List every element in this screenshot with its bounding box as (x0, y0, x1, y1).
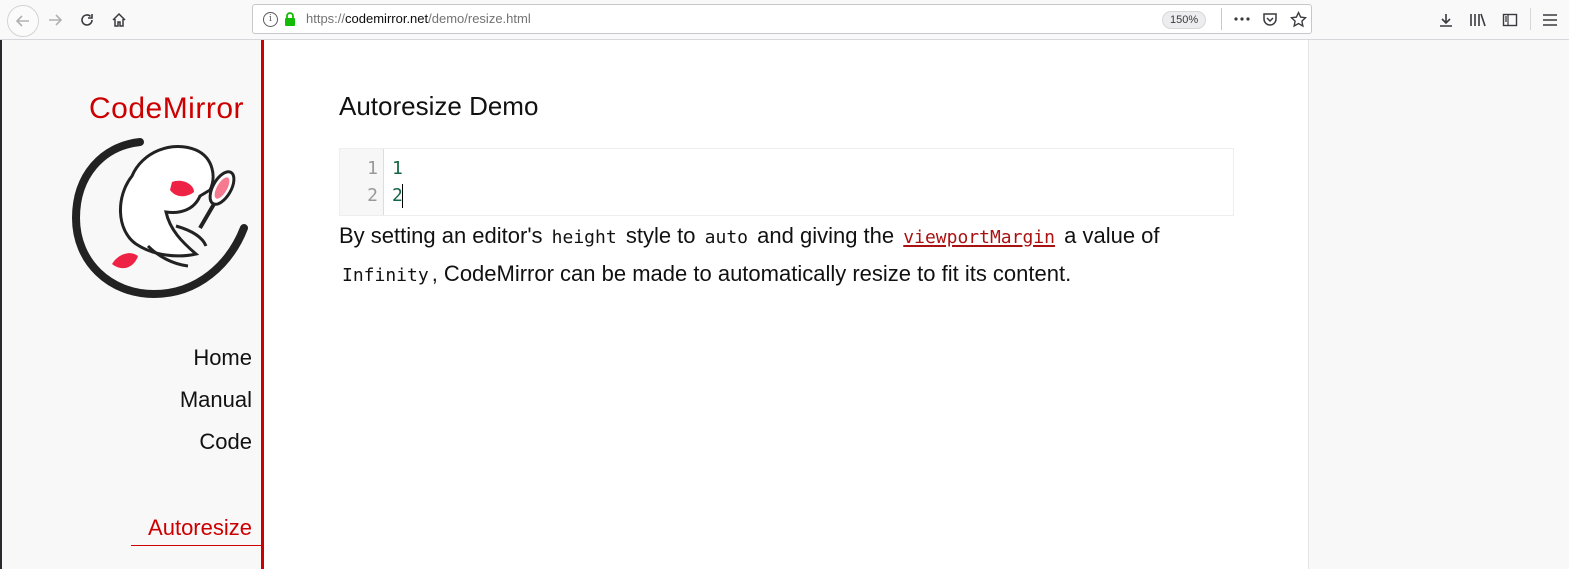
pocket-button[interactable] (1259, 8, 1281, 30)
ellipsis-icon (1234, 17, 1250, 21)
right-margin (1309, 40, 1569, 569)
forward-button[interactable] (41, 6, 69, 34)
nav-home-link[interactable]: Home (193, 345, 252, 371)
reload-icon (81, 14, 93, 26)
desc-text: a value of (1064, 223, 1160, 248)
bookmark-button[interactable] (1287, 8, 1309, 30)
sidebar-icon (1502, 13, 1518, 27)
pocket-icon (1263, 13, 1277, 26)
code-editor[interactable]: 1 2 1 2 (339, 148, 1234, 216)
downloads-button[interactable] (1432, 6, 1460, 34)
sidebar-button[interactable] (1496, 6, 1524, 34)
back-button[interactable] (7, 5, 39, 37)
nav-code-link[interactable]: Code (199, 429, 252, 455)
desc-text: style to (625, 223, 696, 248)
nav-active-item[interactable]: Autoresize (131, 515, 261, 546)
info-icon[interactable]: i (263, 12, 278, 27)
lock-icon[interactable] (284, 12, 296, 26)
desc-text: , CodeMirror can be made to automaticall… (431, 261, 1072, 286)
inline-code: Infinity (342, 265, 429, 286)
inline-code: auto (704, 227, 749, 248)
home-icon (112, 12, 126, 27)
arrow-left-icon (15, 15, 29, 27)
url-path: /demo/resize.html (428, 11, 531, 26)
download-icon (1440, 14, 1452, 27)
line-number: 2 (367, 185, 378, 206)
desc-text: By setting an editor's (339, 223, 543, 248)
url-text[interactable]: https://codemirror.net/demo/resize.html (306, 11, 531, 26)
code-line[interactable]: 1 (392, 158, 403, 179)
viewport-margin-link[interactable]: viewportMargin (900, 223, 1058, 248)
url-host: codemirror.net (345, 11, 429, 26)
library-button[interactable] (1464, 6, 1492, 34)
nav-manual-link[interactable]: Manual (180, 387, 252, 413)
toolbar-divider (1530, 8, 1531, 30)
url-prefix: https:// (306, 11, 346, 26)
codemirror-logo-icon[interactable] (72, 136, 248, 298)
link-code: viewportMargin (903, 227, 1055, 248)
desc-text: and giving the (757, 223, 895, 248)
line-number: 1 (367, 158, 378, 179)
hamburger-icon (1543, 14, 1557, 26)
browser-toolbar: i https://codemirror.net/demo/resize.htm… (0, 0, 1569, 40)
star-icon (1289, 10, 1307, 27)
home-button[interactable] (105, 6, 133, 34)
library-icon (1470, 13, 1486, 27)
line-number-gutter: 1 2 (340, 149, 384, 215)
url-divider (1221, 8, 1222, 30)
menu-button[interactable] (1536, 6, 1564, 34)
url-bar[interactable]: i https://codemirror.net/demo/resize.htm… (252, 4, 1312, 34)
inline-code: height (551, 227, 617, 248)
page-actions-button[interactable] (1231, 8, 1253, 30)
page-title: Autoresize Demo (339, 91, 539, 121)
sidebar-divider (261, 40, 264, 569)
site-logo-text[interactable]: CodeMirror (89, 92, 244, 126)
zoom-badge[interactable]: 150% (1162, 11, 1207, 29)
nav-active-label: Autoresize (148, 515, 252, 540)
demo-description: By setting an editor's height style to a… (339, 218, 1239, 294)
reload-button[interactable] (73, 6, 101, 34)
arrow-right-icon (49, 14, 63, 26)
text-cursor (402, 184, 403, 208)
